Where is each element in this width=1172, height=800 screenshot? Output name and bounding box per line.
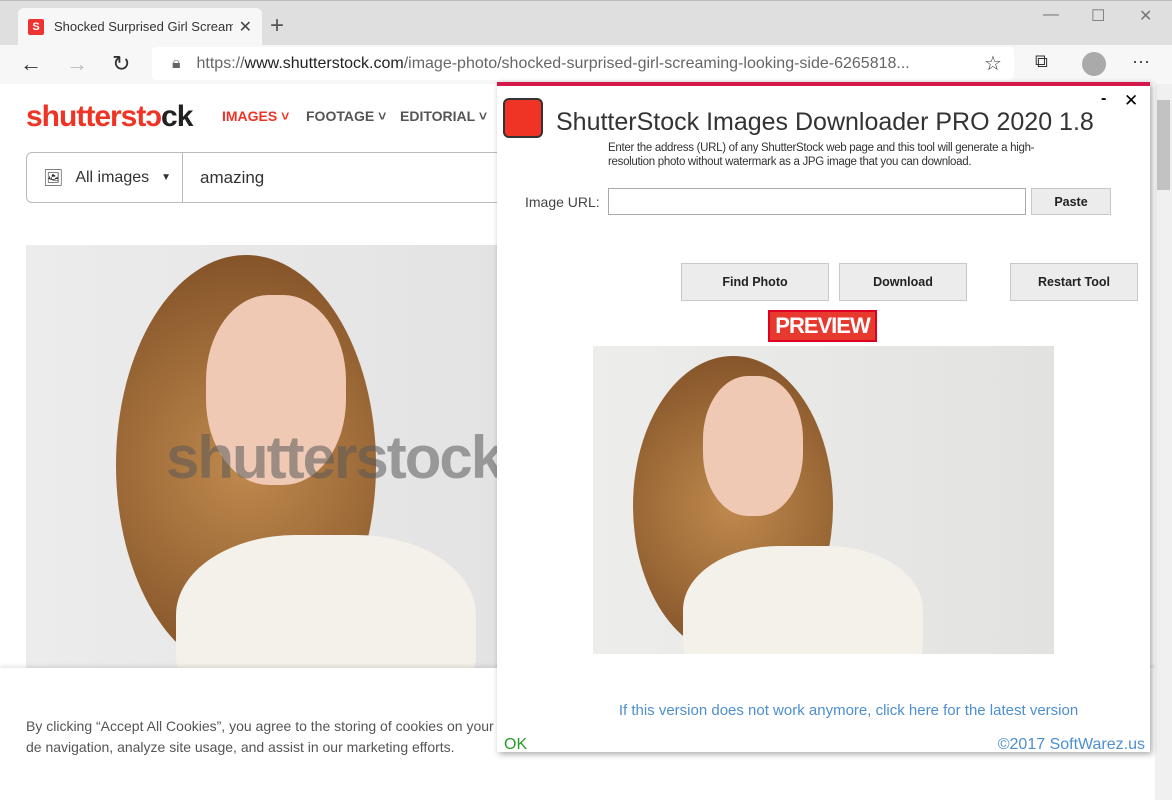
url-host: www.shutterstock.com [244,54,404,72]
latest-version-link[interactable]: If this version does not work anymore, c… [497,702,1150,719]
copyright-link[interactable]: ©2017 SoftWarez.us [998,736,1145,754]
url-prefix: https:// [196,54,245,72]
new-tab-icon[interactable]: + [270,12,284,40]
menu-footage[interactable]: FOOTAGE ˅ [306,108,386,124]
watermark: shutterstock [166,424,497,491]
dialog-minimize-icon[interactable]: - [1101,90,1106,108]
close-window-icon[interactable]: ✕ [1139,6,1152,26]
lock-icon: 🔒︎ [172,54,181,72]
menu-label: FOOTAGE [306,108,375,124]
preview-stamp: PREVIEW [768,310,877,342]
shutterstock-favicon: S [28,18,44,35]
collections-icon[interactable]: ⧉ [1035,51,1048,72]
find-photo-button[interactable]: Find Photo [681,263,829,301]
page-scrollbar[interactable] [1155,84,1172,800]
search-bar: 🖼︎ All images ▼ amazing [26,152,506,203]
logo-part: ck [161,100,193,133]
refresh-icon[interactable]: ↻ [112,51,130,77]
browser-tab[interactable]: S Shocked Surprised Girl Screaming Looki… [18,8,262,45]
downloader-dialog: ShutterStock Images Downloader PRO 2020 … [497,82,1150,754]
logo-part: ɔ [145,100,162,133]
maximize-window-icon[interactable]: ☐ [1091,6,1105,26]
address-bar[interactable]: 🔒︎ https://www.shutterstock.com/image-ph… [152,47,1014,80]
menu-images[interactable]: IMAGES ˅ [222,108,289,124]
image-url-input[interactable] [608,188,1026,215]
stock-photo[interactable]: shutterstock [26,245,497,668]
image-url-label: Image URL: [525,194,600,210]
dialog-title: ShutterStock Images Downloader PRO 2020 … [556,108,1094,136]
search-input[interactable]: amazing [183,168,264,188]
url-path: /image-photo/shocked-surprised-girl-scre… [403,54,910,72]
cookie-text: By clicking “Accept All Cookies”, you ag… [26,718,494,755]
app-logo-icon [503,98,543,138]
menu-label: IMAGES [222,108,278,124]
close-tab-icon[interactable]: ✕ [239,17,252,37]
dialog-close-icon[interactable]: ✕ [1124,91,1138,111]
image-type-dropdown[interactable]: 🖼︎ All images ▼ [27,153,183,202]
restart-tool-button[interactable]: Restart Tool [1010,263,1138,301]
preview-photo [593,346,1054,654]
dialog-description: Enter the address (URL) of any ShutterSt… [608,142,1035,168]
back-icon[interactable]: ← [20,51,42,77]
menu-editorial[interactable]: EDITORIAL ˅ [400,108,487,124]
shutterstock-logo[interactable]: shutterstɔck [26,100,193,134]
tab-title: Shocked Surprised Girl Screaming Looking… [54,19,233,34]
profile-avatar[interactable] [1082,52,1106,76]
favorite-star-icon[interactable]: ☆ [984,51,1002,76]
scrollbar-thumb[interactable] [1157,100,1170,190]
logo-part: shutterst [26,100,146,133]
paste-button[interactable]: Paste [1031,188,1111,215]
download-button[interactable]: Download [839,263,967,301]
caret-down-icon: ▼ [161,172,172,183]
image-icon: 🖼︎ [43,169,64,187]
status-ok: OK [504,736,528,753]
more-menu-icon[interactable]: ··· [1132,51,1150,72]
menu-label: EDITORIAL [400,108,475,124]
category-label: All images [75,168,150,186]
forward-icon[interactable]: → [66,51,88,77]
minimize-window-icon[interactable]: — [1043,6,1059,24]
